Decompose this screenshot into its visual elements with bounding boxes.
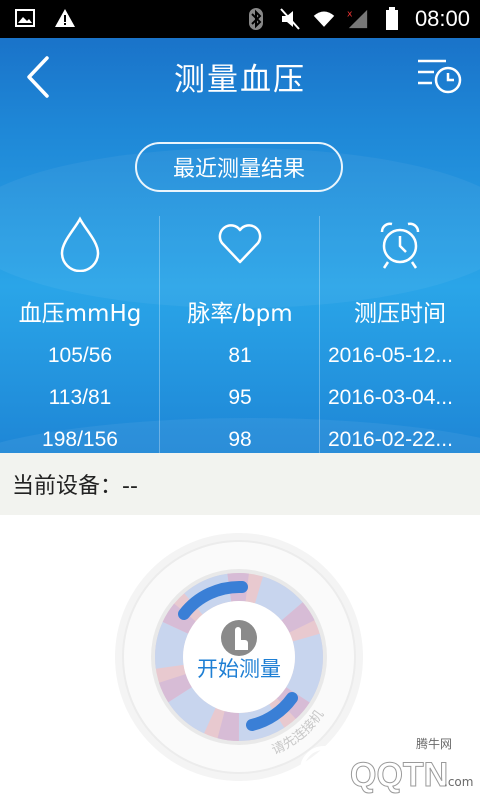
svg-text:x: x xyxy=(347,8,353,19)
device-bar: 当前设备：-- xyxy=(0,453,480,515)
battery-icon xyxy=(381,7,403,30)
top-bar: 测量血压 xyxy=(0,38,480,114)
page-title: 测量血压 xyxy=(174,62,306,98)
alarm-clock-icon xyxy=(380,222,420,269)
pulse-value: 95 xyxy=(228,386,252,409)
bp-value: 198/156 xyxy=(42,428,118,451)
time-value: 2016-03-04... xyxy=(328,386,453,409)
wifi-icon xyxy=(313,8,335,30)
image-icon xyxy=(14,7,36,29)
warning-icon xyxy=(54,7,76,29)
bluetooth-icon xyxy=(245,8,267,30)
mute-icon xyxy=(279,8,301,30)
svg-text:QQTN: QQTN xyxy=(350,756,448,794)
bp-value: 105/56 xyxy=(47,344,113,367)
recent-results-button[interactable]: 最近测量结果 xyxy=(135,142,343,192)
column-header: 血压mmHg xyxy=(18,301,142,327)
start-measure-button[interactable]: 开始测量 xyxy=(112,653,366,683)
column-header: 脉率/bpm xyxy=(187,301,293,327)
svg-text:腾牛网: 腾牛网 xyxy=(416,736,452,751)
pulse-value: 81 xyxy=(228,344,252,367)
pulse-value: 98 xyxy=(228,428,252,451)
column-header: 测压时间 xyxy=(354,301,446,327)
time-column: 测压时间 2016-05-12... 2016-03-04... 2016-02… xyxy=(320,216,480,453)
heart-icon xyxy=(218,224,262,264)
time-value: 2016-02-22... xyxy=(328,428,453,451)
header-panel: 测量血压 最近测量结果 血压mmHg 105/56 113/81 198/156… xyxy=(0,38,480,453)
clock: 08:00 xyxy=(414,6,470,31)
signal-icon: x xyxy=(347,8,369,30)
svg-text:.com: .com xyxy=(444,775,473,789)
drop-icon xyxy=(60,216,100,272)
current-device-label: 当前设备：-- xyxy=(12,474,138,499)
pulse-column: 脉率/bpm 81 95 98 xyxy=(160,216,320,453)
bp-value: 113/81 xyxy=(48,386,112,409)
touch-icon xyxy=(221,620,257,656)
history-button[interactable] xyxy=(416,56,464,96)
time-value: 2016-05-12... xyxy=(328,344,453,367)
site-watermark: 腾牛网 QQTN .com xyxy=(300,736,473,794)
history-icon xyxy=(418,59,462,94)
blood-pressure-column: 血压mmHg 105/56 113/81 198/156 xyxy=(0,216,160,453)
status-bar: x 08:00 xyxy=(0,0,480,38)
